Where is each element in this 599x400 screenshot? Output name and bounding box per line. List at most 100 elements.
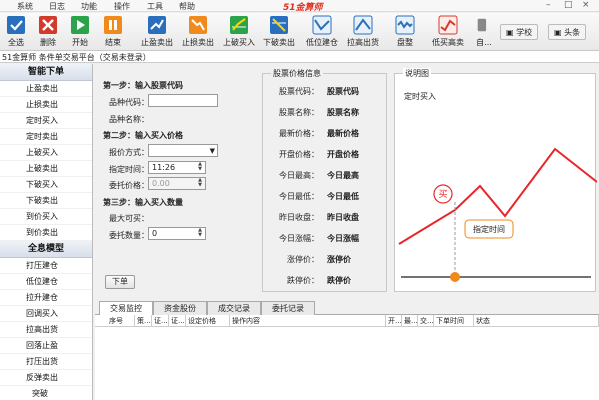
sidebar-item-breakout-up-buy[interactable]: 上破买入 bbox=[0, 145, 92, 161]
select-all-icon bbox=[7, 16, 25, 34]
menu-bar: 系统 日志 功能 操作 工具 帮助 51金算师 – □ × bbox=[0, 0, 599, 13]
price-mode-select[interactable]: ▼ bbox=[148, 144, 218, 157]
sidebar-item-pull-up-sell[interactable]: 拉高出货 bbox=[0, 322, 92, 338]
sidebar-item-suppress-sell[interactable]: 打压出货 bbox=[0, 354, 92, 370]
sidebar-item-breakthrough[interactable]: 突破 bbox=[0, 386, 92, 400]
code-input[interactable] bbox=[148, 94, 218, 107]
news-icon: ▣ bbox=[554, 28, 562, 37]
qty-spinner-icon[interactable]: ▲ ▼ bbox=[196, 228, 204, 238]
toolbar: 全选 删除 开始 结束 止盈卖出 止损卖出 上破买入 下破卖出 低位建仓 拉高出… bbox=[0, 13, 599, 51]
breakout-down-sell-button[interactable]: 下破卖出 bbox=[260, 15, 298, 49]
window-title: 51金算师 条件单交易平台（交易未登录） bbox=[0, 51, 599, 63]
column-header[interactable]: 序号 bbox=[95, 315, 135, 327]
consolidate-icon bbox=[395, 15, 415, 35]
time-input[interactable]: 11:26 ▲ ▼ bbox=[148, 161, 206, 174]
select-all-button[interactable]: 全选 bbox=[3, 15, 29, 49]
sidebar-item-breakout-down-sell[interactable]: 下破卖出 bbox=[0, 193, 92, 209]
column-header[interactable]: 设定价格 bbox=[186, 315, 230, 327]
close-icon[interactable]: × bbox=[582, 0, 590, 10]
sidebar-item-breakout-up-sell[interactable]: 上破卖出 bbox=[0, 161, 92, 177]
school-icon: ▣ bbox=[506, 28, 514, 37]
tab-order-records[interactable]: 委托记录 bbox=[261, 301, 315, 315]
sidebar: 智能下单 止盈卖出 止损卖出 定时买入 定时卖出 上破买入 上破卖出 下破买入 … bbox=[0, 64, 93, 400]
time-label: 指定时间： bbox=[109, 165, 149, 174]
name-label: 品种名称： bbox=[109, 115, 149, 124]
stop-loss-sell-button[interactable]: 止损卖出 bbox=[179, 15, 217, 49]
delete-button[interactable]: 删除 bbox=[35, 15, 61, 49]
time-spinner-icon[interactable]: ▲ ▼ bbox=[196, 162, 204, 172]
menu-operation[interactable]: 操作 bbox=[114, 1, 130, 12]
code-label: 品种代码： bbox=[109, 98, 149, 107]
submit-order-button[interactable]: 下单 bbox=[105, 275, 135, 289]
column-header[interactable]: 状态 bbox=[474, 315, 599, 327]
time-marker-icon bbox=[450, 272, 460, 282]
column-header[interactable]: 最... bbox=[402, 315, 418, 327]
app-logo: 51金算师 bbox=[283, 3, 323, 13]
column-header[interactable]: 交... bbox=[418, 315, 434, 327]
sidebar-item-rebound-sell[interactable]: 反弹卖出 bbox=[0, 370, 92, 386]
pause-icon bbox=[104, 16, 122, 34]
stop-loss-icon bbox=[189, 16, 207, 34]
sidebar-item-suppress-build[interactable]: 打压建仓 bbox=[0, 258, 92, 274]
menu-system[interactable]: 系统 bbox=[17, 1, 33, 12]
column-header[interactable]: 下单时间 bbox=[434, 315, 474, 327]
time-tag-text: 指定时间 bbox=[473, 224, 505, 234]
chevron-down-icon: ▼ bbox=[209, 147, 215, 155]
start-button[interactable]: 开始 bbox=[67, 15, 93, 49]
price-mode-label: 报价方式： bbox=[109, 148, 149, 157]
news-button[interactable]: ▣ 头条 bbox=[548, 24, 587, 40]
step1-heading: 第一步：输入股票代码 bbox=[103, 81, 183, 90]
column-header[interactable]: 证... bbox=[169, 315, 186, 327]
tab-trade-monitor[interactable]: 交易监控 bbox=[99, 301, 153, 316]
sidebar-item-low-build[interactable]: 低位建仓 bbox=[0, 274, 92, 290]
take-profit-icon bbox=[148, 16, 166, 34]
consolidate-button[interactable]: 盘整 bbox=[390, 15, 420, 49]
play-icon bbox=[71, 16, 89, 34]
take-profit-sell-button[interactable]: 止盈卖出 bbox=[138, 15, 176, 49]
price-spinner-icon[interactable]: ▲ ▼ bbox=[196, 178, 204, 188]
column-header[interactable]: 开... bbox=[386, 315, 402, 327]
sidebar-item-rise-build[interactable]: 拉升建仓 bbox=[0, 290, 92, 306]
low-build-button[interactable]: 低位建仓 bbox=[303, 15, 341, 49]
sidebar-item-take-profit-sell[interactable]: 止盈卖出 bbox=[0, 81, 92, 97]
buy-low-sell-high-icon bbox=[438, 15, 458, 35]
monitor-table: 序号 策... 证... 证... 设定价格 操作内容 开... 最... 交.… bbox=[95, 315, 599, 400]
sidebar-section-smart-order[interactable]: 智能下单 bbox=[0, 64, 92, 81]
column-header[interactable]: 操作内容 bbox=[230, 315, 386, 327]
buy-badge-text: 买 bbox=[438, 189, 447, 200]
sidebar-section-holo-model[interactable]: 全息模型 bbox=[0, 241, 92, 258]
qty-input[interactable]: 0 ▲ ▼ bbox=[148, 227, 206, 240]
maximize-icon[interactable]: □ bbox=[564, 0, 573, 10]
custom-button[interactable]: 自... bbox=[476, 15, 492, 49]
sidebar-item-pullback-buy[interactable]: 回调买入 bbox=[0, 306, 92, 322]
price-info-group: 股票价格信息 股票代码： 股票代码 股票名称： 股票名称 最新价格： 最新价格 开盘价… bbox=[262, 68, 387, 292]
sidebar-item-price-buy[interactable]: 到价买入 bbox=[0, 209, 92, 225]
stop-button[interactable]: 结束 bbox=[100, 15, 126, 49]
sidebar-item-timed-sell[interactable]: 定时卖出 bbox=[0, 129, 92, 145]
sidebar-item-breakout-down-buy[interactable]: 下破买入 bbox=[0, 177, 92, 193]
menu-help[interactable]: 帮助 bbox=[179, 1, 195, 12]
breakout-up-icon bbox=[230, 16, 248, 34]
pull-up-sell-icon bbox=[353, 15, 373, 35]
breakout-up-buy-button[interactable]: 上破买入 bbox=[220, 15, 258, 49]
column-header[interactable]: 策... bbox=[135, 315, 152, 327]
max-buy-label: 最大可买： bbox=[109, 214, 149, 223]
sidebar-item-price-sell[interactable]: 到价卖出 bbox=[0, 225, 92, 241]
price-label: 委托价格： bbox=[109, 181, 149, 190]
menu-tools[interactable]: 工具 bbox=[147, 1, 163, 12]
buy-low-sell-high-button[interactable]: 低买高卖 bbox=[426, 15, 470, 49]
sidebar-item-stop-loss-sell[interactable]: 止损卖出 bbox=[0, 97, 92, 113]
school-button[interactable]: ▣ 学校 bbox=[500, 24, 539, 40]
delete-icon bbox=[39, 16, 57, 34]
minimize-icon[interactable]: – bbox=[546, 0, 551, 10]
price-input[interactable]: 0.00 ▲ ▼ bbox=[148, 177, 206, 190]
tab-funds-holdings[interactable]: 资金股份 bbox=[153, 301, 207, 315]
low-build-icon bbox=[312, 15, 332, 35]
sidebar-item-timed-buy[interactable]: 定时买入 bbox=[0, 113, 92, 129]
menu-function[interactable]: 功能 bbox=[81, 1, 97, 12]
menu-log[interactable]: 日志 bbox=[49, 1, 65, 12]
sidebar-item-fallback-profit[interactable]: 回落止盈 bbox=[0, 338, 92, 354]
pull-up-sell-button[interactable]: 拉高出货 bbox=[344, 15, 382, 49]
column-header[interactable]: 证... bbox=[152, 315, 169, 327]
tab-deal-records[interactable]: 成交记录 bbox=[207, 301, 261, 315]
